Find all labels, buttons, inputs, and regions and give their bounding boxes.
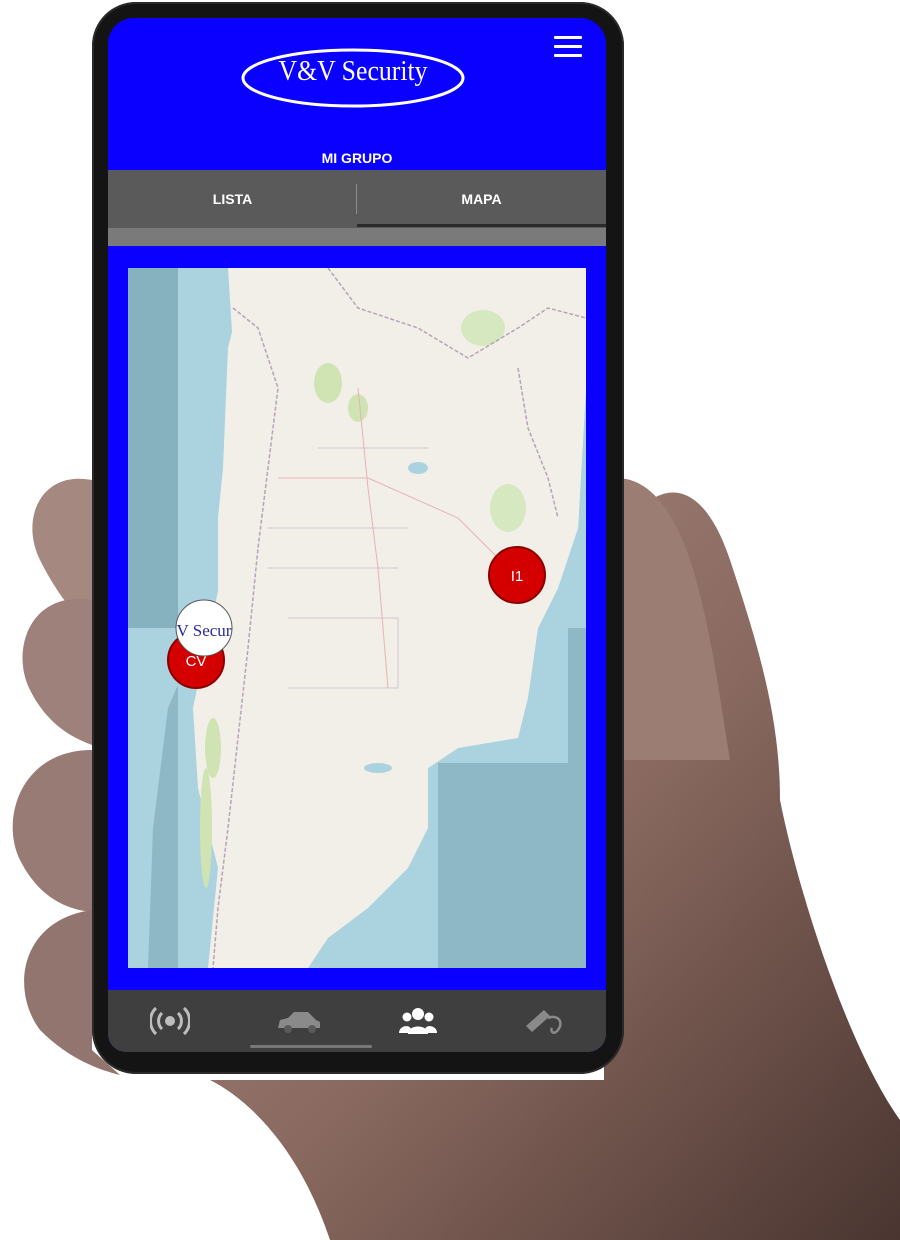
nav-vehicles[interactable] bbox=[232, 990, 356, 1052]
home-indicator bbox=[250, 1045, 372, 1048]
map-view[interactable]: I1 CV V Secur bbox=[128, 268, 586, 968]
app-header: V&V Security MI GRUPO bbox=[108, 18, 606, 168]
bottom-navigation bbox=[108, 990, 606, 1052]
app-screen: V&V Security MI GRUPO LISTA MAPA I1 CV V… bbox=[108, 18, 606, 1052]
logo-text: V&V Security bbox=[278, 56, 428, 87]
nav-group[interactable] bbox=[356, 990, 480, 1052]
tab-strip bbox=[108, 228, 606, 246]
map-canvas[interactable]: I1 CV V Secur bbox=[128, 268, 586, 968]
marker-popup[interactable]: V Secur bbox=[175, 599, 233, 657]
car-icon bbox=[278, 1012, 320, 1033]
group-title: MI GRUPO bbox=[321, 150, 393, 166]
brand-logo: V&V Security bbox=[238, 40, 468, 110]
signal-icon bbox=[150, 1006, 190, 1036]
vehicle-marker-i1[interactable]: I1 bbox=[488, 546, 546, 604]
tab-mapa[interactable]: MAPA bbox=[357, 170, 606, 228]
hamburger-menu-icon[interactable] bbox=[554, 36, 582, 60]
key-icon bbox=[526, 1010, 562, 1034]
active-tab-indicator bbox=[357, 224, 606, 227]
group-icon bbox=[399, 1008, 437, 1034]
view-tabs: LISTA MAPA bbox=[108, 170, 606, 228]
nav-key[interactable] bbox=[480, 990, 604, 1052]
nav-signal[interactable] bbox=[108, 990, 232, 1052]
popup-text: V Secur bbox=[177, 621, 232, 640]
marker-label-i1: I1 bbox=[511, 568, 524, 585]
tab-lista[interactable]: LISTA bbox=[108, 170, 357, 228]
